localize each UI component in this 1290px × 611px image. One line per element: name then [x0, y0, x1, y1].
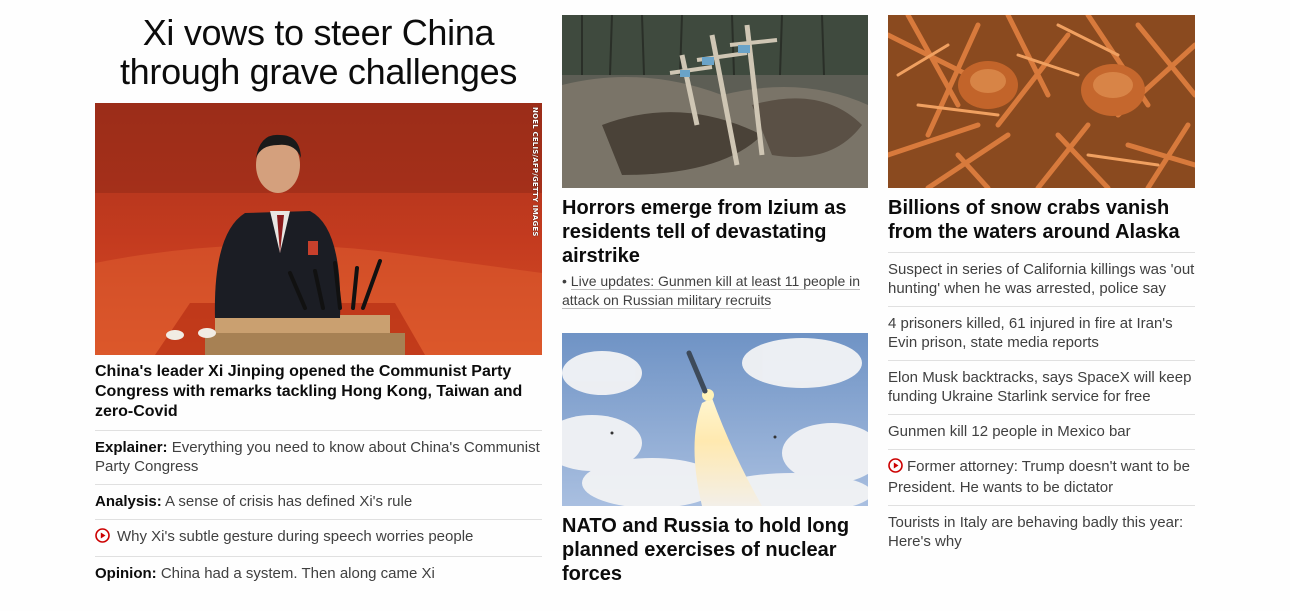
play-video-icon — [95, 528, 110, 548]
crabs-headline[interactable]: Billions of snow crabs vanish from the w… — [888, 196, 1195, 244]
nato-story-image[interactable] — [562, 333, 868, 506]
lead-caption[interactable]: China's leader Xi Jinping opened the Com… — [95, 362, 542, 422]
item-prefix: Explainer: — [95, 439, 168, 456]
lead-story-image[interactable]: NOEL CELIS/AFP/GETTY IMAGES — [95, 103, 542, 355]
live-updates-text: Live updates: Gunmen kill at least 11 pe… — [562, 273, 861, 309]
image-credit: NOEL CELIS/AFP/GETTY IMAGES — [531, 107, 539, 237]
snow-crabs-photo — [888, 15, 1195, 188]
headline-item[interactable]: Gunmen kill 12 people in Mexico bar — [888, 414, 1195, 449]
live-updates-link[interactable]: • Live updates: Gunmen kill at least 11 … — [562, 272, 868, 310]
item-text: A sense of crisis has defined Xi's rule — [165, 493, 413, 510]
middle-column: Horrors emerge from Izium as residents t… — [562, 0, 868, 586]
lead-headline[interactable]: Xi vows to steer China through grave cha… — [95, 13, 542, 91]
related-item[interactable]: Analysis: A sense of crisis has defined … — [95, 484, 542, 519]
bullet: • — [562, 273, 571, 289]
item-prefix: Opinion: — [95, 565, 157, 582]
headline-item[interactable]: 4 prisoners killed, 61 injured in fire a… — [888, 306, 1195, 360]
izium-graves-photo — [562, 15, 868, 188]
izium-headline[interactable]: Horrors emerge from Izium as residents t… — [562, 196, 868, 268]
headline-item[interactable]: Suspect in series of California killings… — [888, 252, 1195, 306]
headline-item[interactable]: Elon Musk backtracks, says SpaceX will k… — [888, 360, 1195, 414]
item-text: Why Xi's subtle gesture during speech wo… — [117, 528, 474, 545]
crabs-story-image[interactable] — [888, 15, 1195, 188]
related-item[interactable]: Opinion: China had a system. Then along … — [95, 556, 542, 591]
lead-story-column: Xi vows to steer China through grave cha… — [95, 0, 542, 591]
related-item[interactable]: Why Xi's subtle gesture during speech wo… — [95, 519, 542, 556]
right-headlines-list: Suspect in series of California killings… — [888, 252, 1195, 559]
item-text: China had a system. Then along came Xi — [160, 565, 435, 582]
xi-speech-photo — [95, 103, 542, 355]
item-text: Former attorney: Trump doesn't want to b… — [888, 458, 1190, 496]
item-prefix: Analysis: — [95, 493, 162, 510]
izium-story-image[interactable] — [562, 15, 868, 188]
play-video-icon — [888, 458, 903, 478]
right-column: Billions of snow crabs vanish from the w… — [888, 0, 1195, 559]
related-item[interactable]: Explainer: Everything you need to know a… — [95, 430, 542, 484]
headline-item[interactable]: Tourists in Italy are behaving badly thi… — [888, 505, 1195, 559]
lead-related-list: Explainer: Everything you need to know a… — [95, 430, 542, 591]
nato-headline[interactable]: NATO and Russia to hold long planned exe… — [562, 514, 868, 586]
missile-launch-photo — [562, 333, 868, 506]
headline-item[interactable]: Former attorney: Trump doesn't want to b… — [888, 449, 1195, 505]
